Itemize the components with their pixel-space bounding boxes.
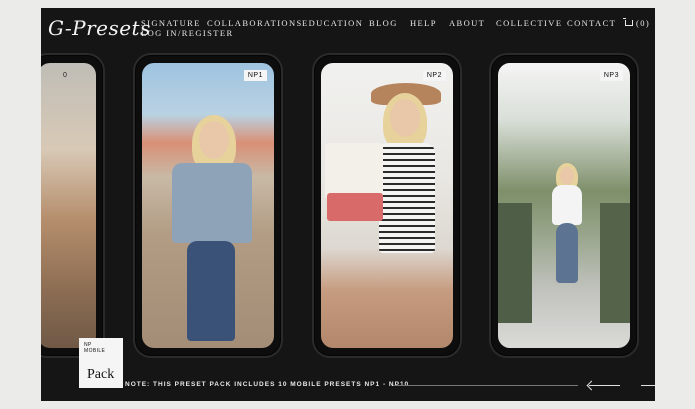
carousel-divider [393,385,578,386]
phone-mockup-partial: 0 [41,53,105,358]
figure-face [390,99,420,137]
nav-item-education[interactable]: Education [302,18,363,28]
plant-shelf-left [498,203,532,323]
preset-tag-np3: NP3 [599,70,623,81]
carousel-prev-arrow-icon[interactable] [586,379,620,391]
mobile-pack-label: NP Mobile Pack [79,338,123,388]
preset-tag-np1: NP1 [243,70,267,81]
nav-item-blog[interactable]: Blog [369,18,398,28]
nav-item-collaborations[interactable]: Collaborations [207,18,303,28]
website-frame: G-Presets Signature Collaborations Educa… [41,8,655,401]
figure-jacket [172,163,252,243]
preset-preview-image-np3 [498,63,630,348]
phone-mockup-np2[interactable]: NP2 [312,53,462,358]
figure-face [199,121,229,159]
preset-tag-np2: NP2 [422,70,446,81]
phone-mockup-np3[interactable]: NP3 [489,53,639,358]
cart-count: (0) [636,18,651,28]
figure-jeans [187,241,235,341]
phone-mockup-np1[interactable]: NP1 [133,53,283,358]
figure-striped-dress [379,143,435,253]
donut-box [325,143,383,198]
donut-box-front [327,193,383,221]
preset-preview-image-np2 [321,63,453,348]
nav-item-collective[interactable]: Collective [496,18,562,28]
plant-shelf-right [600,203,630,323]
figure-jeans [556,223,578,283]
main-nav: Signature Collaborations Education Blog … [141,18,655,48]
carousel-next-arrow-icon[interactable] [641,385,655,386]
cart-button[interactable]: (0) I [623,18,655,28]
nav-item-help[interactable]: Help [410,18,437,28]
preset-pack-note: Note: This preset pack includes 10 mobil… [125,381,410,388]
preset-tag: 0 [63,72,68,79]
login-register-link[interactable]: Log in/Register [141,28,234,38]
preset-preview-image-np1 [142,63,274,348]
figure-face [560,167,574,185]
preset-preview-image [41,63,96,348]
nav-item-contact[interactable]: Contact [567,18,616,28]
brand-logo[interactable]: G-Presets [48,16,151,40]
figure-white-top [552,185,582,225]
nav-item-signature[interactable]: Signature [141,18,201,28]
pack-small-text: NP Mobile [84,342,105,354]
cart-icon [623,18,633,26]
pack-small-line2: Mobile [84,348,106,354]
pack-title: Pack [87,367,115,382]
nav-item-about[interactable]: About [449,18,485,28]
